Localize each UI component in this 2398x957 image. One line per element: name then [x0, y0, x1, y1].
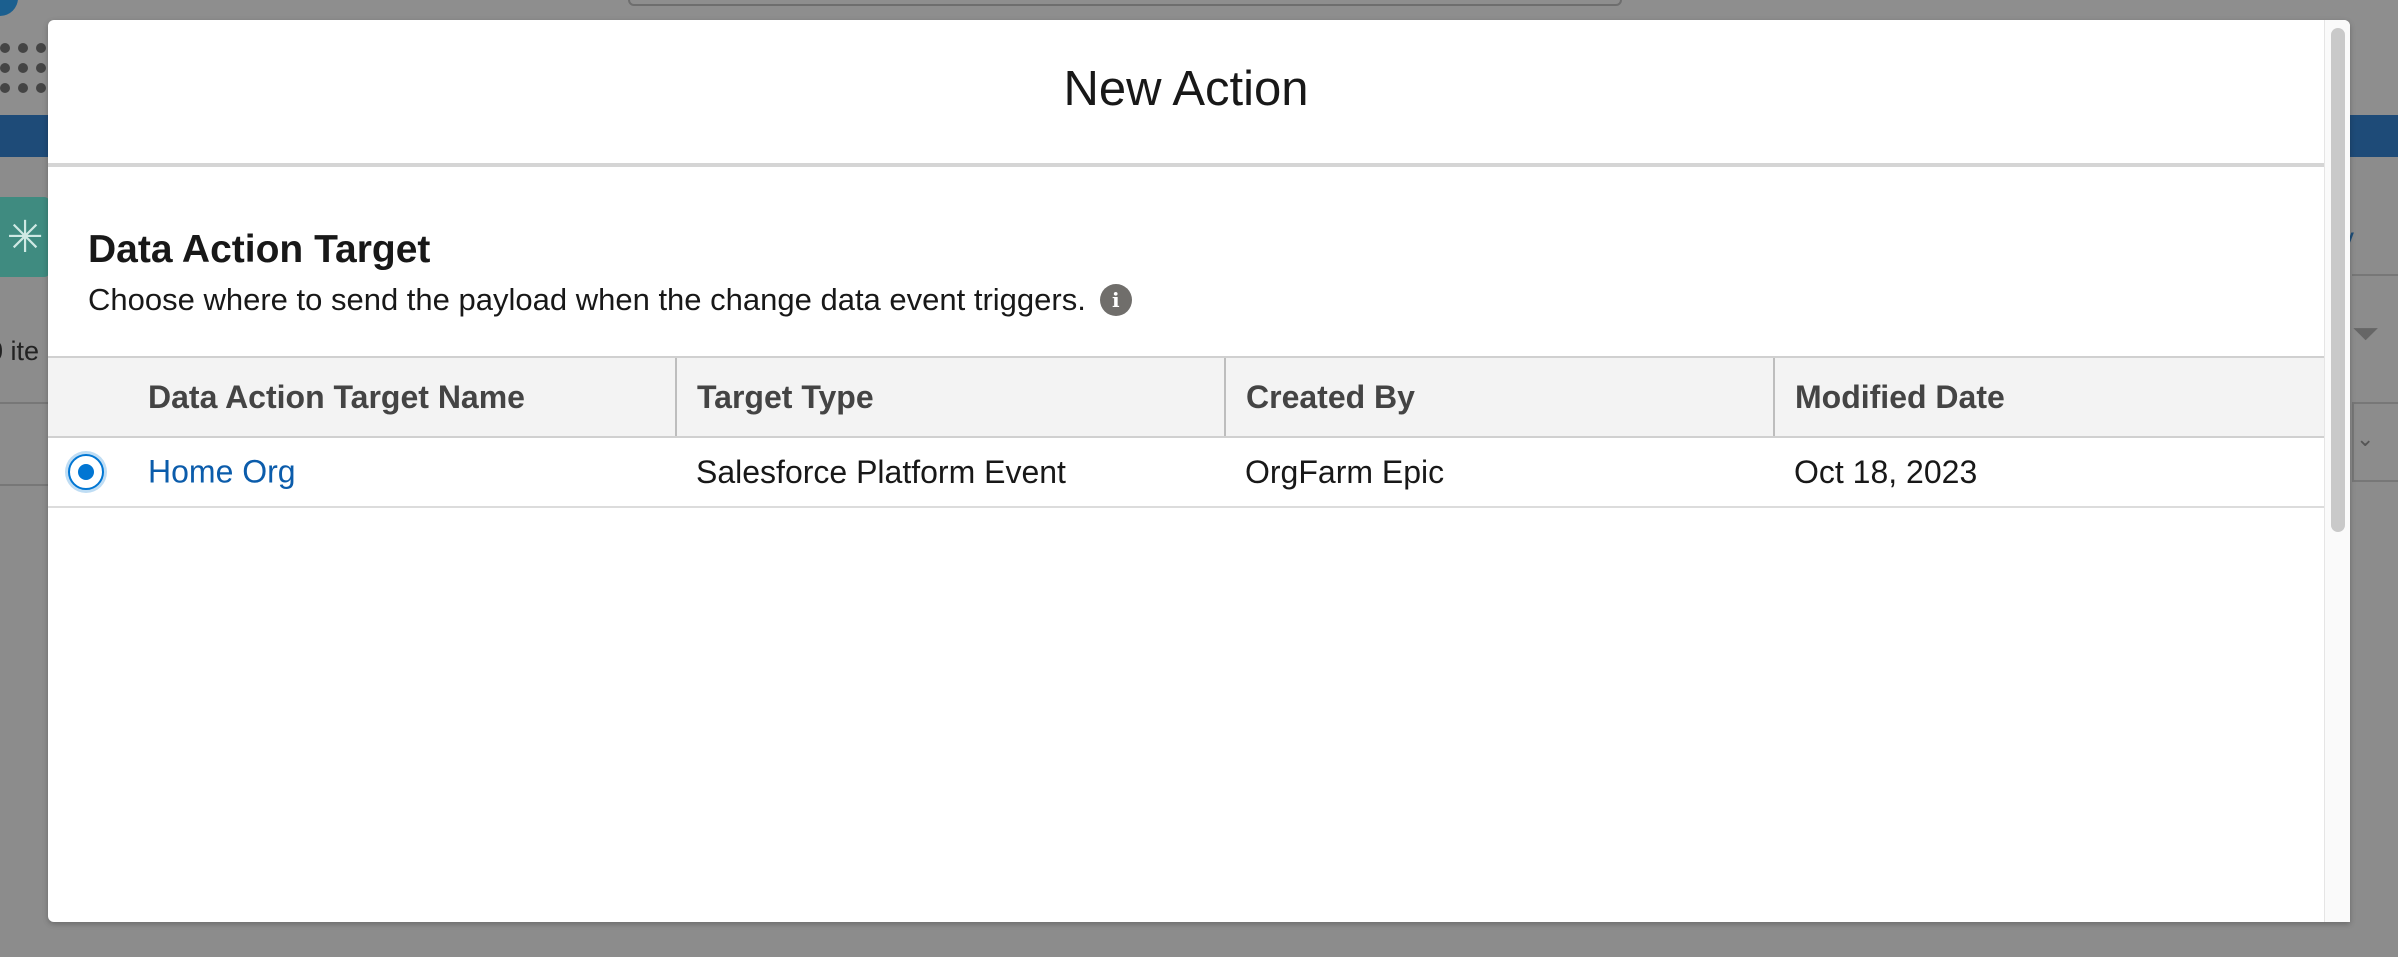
target-name-cell: Home Org [48, 437, 676, 508]
target-type-cell: Salesforce Platform Event [676, 437, 1225, 508]
section-title: Data Action Target [88, 228, 431, 271]
global-search-bar [628, 0, 1622, 6]
column-header-modified-date[interactable]: Modified Date [1773, 356, 2324, 438]
data-action-target-table: Data Action Target Name Target Type Crea… [48, 356, 2324, 508]
app-logo-icon [0, 0, 18, 16]
app-launcher-icon [0, 43, 46, 95]
filter-icon: ⏷ [2352, 315, 2380, 353]
background-divider [2352, 274, 2398, 276]
column-header-target-type[interactable]: Target Type [675, 356, 1225, 438]
background-divider [0, 402, 50, 404]
target-name-link[interactable]: Home Org [148, 454, 296, 491]
section-description-text: Choose where to send the payload when th… [88, 282, 1086, 317]
background-divider [0, 484, 50, 486]
background-items-count: 0 ite [0, 336, 40, 366]
table-header-row: Data Action Target Name Target Type Crea… [48, 356, 2324, 438]
table-row[interactable]: Home Org Salesforce Platform Event OrgFa… [48, 437, 2324, 508]
chevron-down-icon: ⌄ [2352, 402, 2398, 482]
column-header-target-name[interactable]: Data Action Target Name [48, 356, 676, 438]
created-by-cell: OrgFarm Epic [1225, 437, 1774, 508]
modal-header: New Action [48, 20, 2324, 167]
new-action-modal: New Action Data Action Target Choose whe… [48, 20, 2350, 922]
section-description: Choose where to send the payload when th… [88, 282, 1132, 318]
column-header-created-by[interactable]: Created By [1224, 356, 1774, 438]
modal-title: New Action [1063, 61, 1309, 116]
row-select-radio[interactable] [68, 454, 104, 490]
info-icon[interactable]: i [1099, 284, 1132, 316]
scrollbar-thumb[interactable] [2331, 28, 2345, 532]
modal-scrollbar[interactable] [2324, 20, 2350, 922]
modified-date-cell: Oct 18, 2023 [1774, 437, 2324, 508]
object-icon: ✳ [0, 197, 50, 277]
